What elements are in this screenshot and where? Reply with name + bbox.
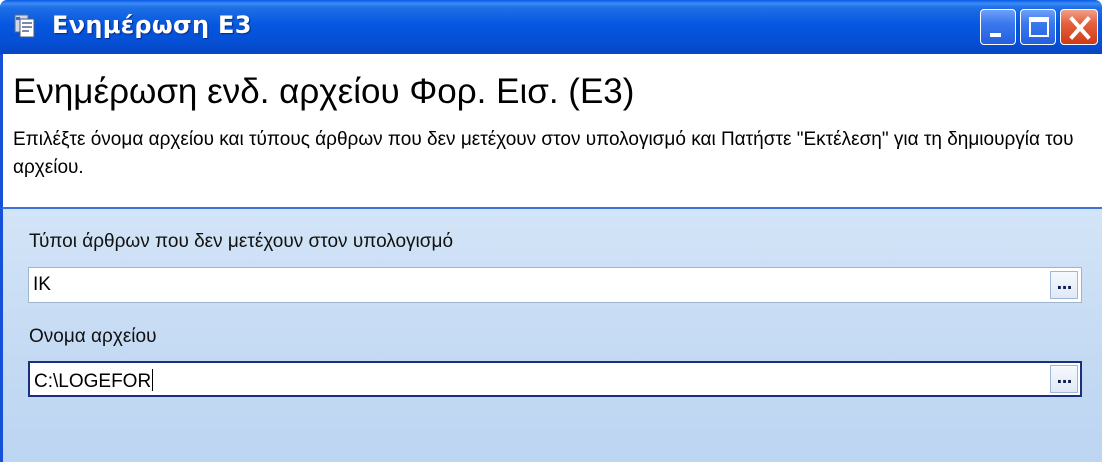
file-name-field[interactable]: C:\LOGEFOR ... [28,361,1082,397]
ellipsis-icon: ... [1056,368,1072,387]
title-bar[interactable]: Ενημέρωση Ε3 [0,0,1102,54]
header-section: Ενημέρωση ενδ. αρχείου Φορ. Εισ. (Ε3) Επ… [0,54,1102,209]
update-e3-window: Ενημέρωση Ε3 Ενημέρωση ενδ. αρχείου Φορ.… [0,0,1102,462]
excluded-types-field[interactable]: ΙΚ ... [28,267,1082,303]
excluded-types-browse-button[interactable]: ... [1050,271,1078,299]
file-name-input-wrap[interactable]: C:\LOGEFOR [34,369,154,393]
minimize-icon [990,33,1001,37]
text-caret [152,369,154,391]
close-icon [1069,16,1091,40]
excluded-types-label: Τύποι άρθρων που δεν μετέχουν στον υπολο… [29,231,454,252]
file-name-value[interactable]: C:\LOGEFOR [34,371,151,392]
close-button[interactable] [1060,9,1098,45]
page-description: Επιλέξτε όνομα αρχείου και τύπους άρθρων… [13,129,1074,178]
page-title: Ενημέρωση ενδ. αρχείου Φορ. Εισ. (Ε3) [13,72,635,111]
maximize-button[interactable] [1020,9,1056,45]
file-name-browse-button[interactable]: ... [1050,365,1078,393]
ellipsis-icon: ... [1056,274,1072,293]
app-document-icon [14,13,38,39]
file-name-label: Ονομα αρχείου [29,326,157,347]
maximize-icon [1029,17,1049,37]
excluded-types-value[interactable]: ΙΚ [33,274,51,296]
window-title: Ενημέρωση Ε3 [52,11,252,39]
form-panel: Τύποι άρθρων που δεν μετέχουν στον υπολο… [0,209,1102,462]
minimize-button[interactable] [980,9,1016,45]
